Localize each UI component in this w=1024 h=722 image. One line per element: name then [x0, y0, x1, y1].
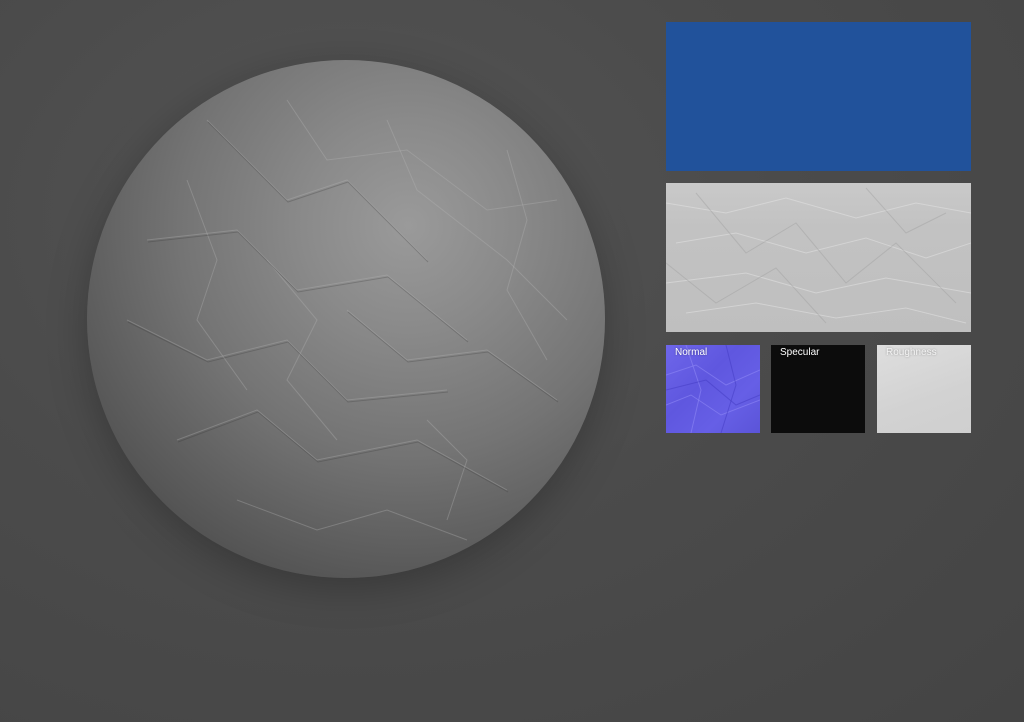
base-color-fill [666, 22, 971, 171]
material-preview-canvas: Normal Specular Roughness [0, 0, 1024, 722]
normal-map-label: Normal [675, 347, 708, 358]
material-preview-sphere [87, 60, 605, 578]
normal-map-texture [666, 345, 760, 433]
roughness-map: Roughness [877, 345, 971, 433]
base-color-map [666, 22, 971, 171]
wrinkled-fabric-texture [126, 99, 568, 541]
roughness-map-label: Roughness [886, 347, 937, 358]
normal-map: Normal [666, 345, 760, 433]
height-map [666, 183, 971, 332]
height-map-texture [666, 187, 971, 324]
specular-map: Specular [771, 345, 865, 433]
specular-map-label: Specular [780, 347, 820, 358]
